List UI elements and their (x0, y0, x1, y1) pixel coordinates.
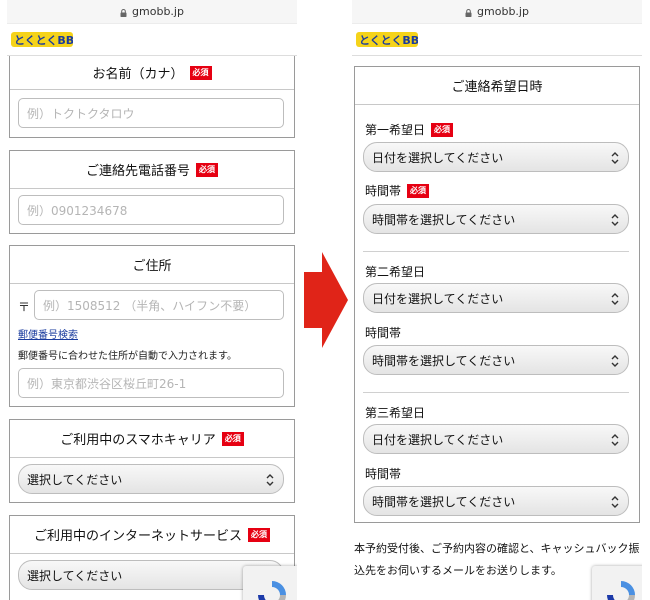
chevron-updown-icon (611, 152, 619, 164)
carrier-heading: ご利用中のスマホキャリア 必須 (10, 420, 294, 458)
third-choice-time-select[interactable]: 時間帯を選択してください (363, 486, 629, 516)
address-input[interactable]: 例）東京都渋谷区桜丘町26-1 (18, 368, 284, 398)
logo-text: とくとくBB (359, 34, 418, 47)
second-choice-date-value: 日付を選択してください (372, 291, 504, 306)
recaptcha-icon (607, 581, 635, 600)
phone-input[interactable]: 例）0901234678 (18, 195, 284, 225)
postal-code-input[interactable]: 例）1508512 （半角、ハイフン不要） (34, 290, 284, 320)
internet-title: ご利用中のインターネットサービス (33, 529, 242, 544)
first-choice-time-value: 時間帯を選択してください (372, 212, 516, 227)
phone-heading: ご連絡先電話番号 必須 (10, 151, 294, 189)
third-choice-date-text: 第三希望日 (365, 406, 426, 420)
address-autofill-note: 郵便番号に合わせた住所が自動で入力されます。 (18, 351, 237, 362)
chevron-updown-icon (611, 355, 619, 367)
recaptcha-badge[interactable] (592, 566, 642, 600)
phone-title: ご連絡先電話番号 (85, 164, 190, 179)
second-choice-time-select[interactable]: 時間帯を選択してください (363, 345, 629, 375)
right-arrow-icon (304, 252, 348, 348)
second-choice-time-value: 時間帯を選択してください (372, 353, 516, 368)
required-badge: 必須 (221, 431, 244, 446)
carrier-select-value: 選択してください (27, 472, 123, 487)
required-badge: 必須 (407, 183, 430, 198)
internet-heading: ご利用中のインターネットサービス 必須 (10, 516, 294, 554)
name-kana-heading: お名前（カナ） 必須 (10, 56, 294, 90)
carrier-title: ご利用中のスマホキャリア (60, 433, 216, 448)
chevron-updown-icon (611, 434, 619, 446)
second-choice-date-label: 第二希望日 (365, 263, 425, 280)
second-choice-date-select[interactable]: 日付を選択してください (363, 283, 629, 313)
logo-text: とくとくBB (14, 34, 73, 47)
site-header: とくとくBB (7, 24, 297, 56)
postal-code-placeholder: 例）1508512 （半角、ハイフン不要） (43, 298, 257, 313)
contact-datetime-title: ご連絡希望日時 (451, 80, 543, 95)
chevron-updown-icon (611, 293, 619, 305)
right-phone-screen: gmobb.jp とくとくBB ご連絡希望日時 第一希望日 必須 日付を選択して… (352, 0, 642, 600)
second-choice-date-text: 第二希望日 (365, 265, 426, 279)
lock-icon (120, 8, 127, 17)
recaptcha-icon (258, 581, 286, 600)
postal-search-link[interactable]: 郵便番号検索 (18, 326, 78, 341)
required-badge: 必須 (189, 65, 212, 80)
address-heading: ご住所 (10, 246, 294, 284)
contact-datetime-panel: ご連絡希望日時 第一希望日 必須 日付を選択してください 時間帯 必須 時間帯を… (354, 66, 640, 523)
site-logo[interactable]: とくとくBB (11, 30, 73, 50)
postal-mark-icon: 〒 (18, 300, 31, 314)
internet-select-value: 選択してください (27, 568, 123, 583)
first-choice-time-select[interactable]: 時間帯を選択してください (363, 204, 629, 234)
chevron-updown-icon (611, 496, 619, 508)
third-choice-time-label: 時間帯 (365, 465, 401, 482)
third-choice-time-text: 時間帯 (365, 467, 402, 481)
name-kana-panel: お名前（カナ） 必須 例）トクトクタロウ (9, 56, 295, 138)
second-choice-time-text: 時間帯 (365, 326, 402, 340)
site-logo[interactable]: とくとくBB (356, 30, 418, 50)
required-badge: 必須 (431, 122, 454, 137)
phone-panel: ご連絡先電話番号 必須 例）0901234678 (9, 150, 295, 234)
required-badge: 必須 (196, 162, 218, 177)
site-header: とくとくBB (352, 24, 642, 56)
chevron-updown-icon (266, 474, 274, 486)
url-bar[interactable]: gmobb.jp (7, 0, 297, 24)
name-kana-placeholder: 例）トクトクタロウ (27, 106, 135, 121)
url-text: gmobb.jp (132, 5, 184, 18)
url-text: gmobb.jp (477, 5, 529, 18)
lock-icon (465, 8, 472, 17)
second-choice-time-label: 時間帯 (365, 324, 401, 341)
third-choice-time-value: 時間帯を選択してください (372, 494, 516, 509)
address-title: ご住所 (132, 259, 172, 274)
name-kana-title: お名前（カナ） (92, 67, 184, 82)
contact-datetime-heading: ご連絡希望日時 (355, 67, 639, 105)
section-divider (363, 392, 629, 393)
third-choice-date-select[interactable]: 日付を選択してください (363, 424, 629, 454)
carrier-panel: ご利用中のスマホキャリア 必須 選択してください (9, 419, 295, 503)
first-choice-date-text: 第一希望日 (365, 123, 426, 137)
url-bar[interactable]: gmobb.jp (352, 0, 642, 24)
third-choice-date-value: 日付を選択してください (372, 432, 504, 447)
required-badge: 必須 (248, 527, 270, 542)
carrier-select[interactable]: 選択してください (18, 464, 284, 494)
first-choice-date-value: 日付を選択してください (372, 150, 504, 165)
first-choice-time-text: 時間帯 (365, 184, 402, 198)
name-kana-input[interactable]: 例）トクトクタロウ (18, 98, 284, 128)
first-choice-date-label: 第一希望日 必須 (365, 121, 454, 138)
third-choice-date-label: 第三希望日 (365, 404, 425, 421)
phone-placeholder: 例）0901234678 (27, 203, 128, 218)
first-choice-date-select[interactable]: 日付を選択してください (363, 142, 629, 172)
section-divider (363, 251, 629, 252)
first-choice-time-label: 時間帯 必須 (365, 182, 430, 199)
recaptcha-badge[interactable] (243, 566, 297, 600)
address-panel: ご住所 〒 例）1508512 （半角、ハイフン不要） 郵便番号検索 郵便番号に… (9, 245, 295, 407)
address-placeholder: 例）東京都渋谷区桜丘町26-1 (27, 376, 187, 391)
left-phone-screen: gmobb.jp とくとくBB お名前（カナ） 必須 例）トクトクタロウ ご連絡… (7, 0, 297, 600)
chevron-updown-icon (611, 214, 619, 226)
